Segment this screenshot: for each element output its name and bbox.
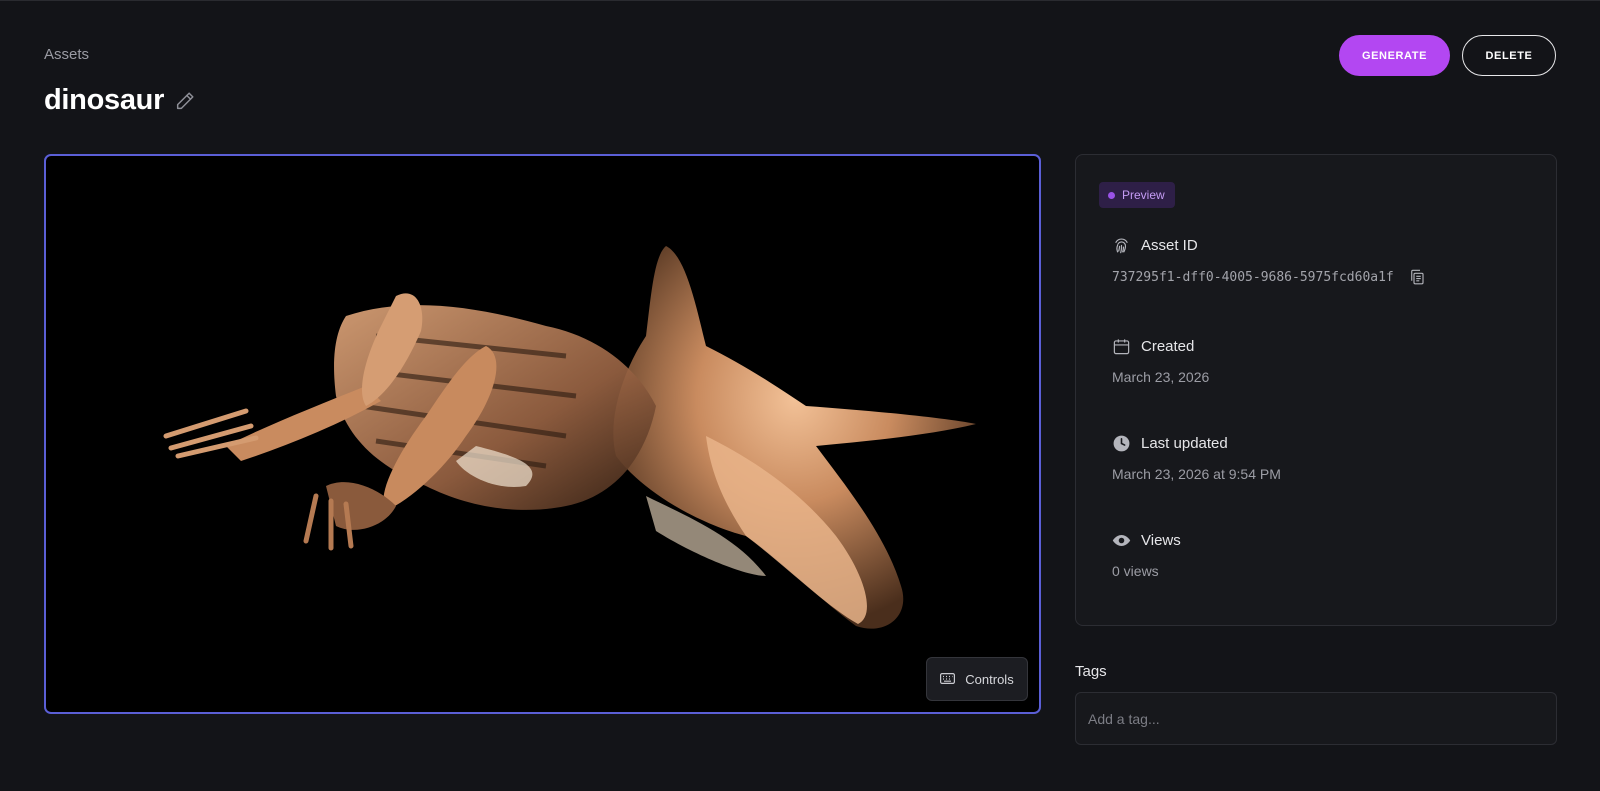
calendar-icon	[1112, 337, 1131, 356]
eye-icon	[1112, 531, 1131, 550]
controls-label: Controls	[965, 671, 1014, 687]
details-panel: Preview Asset ID 737295f1-dff0-4005-9686…	[1075, 154, 1557, 626]
created-section: Created March 23, 2026	[1112, 337, 1209, 385]
model-viewer[interactable]: Controls	[44, 154, 1041, 714]
delete-button[interactable]: DELETE	[1462, 35, 1556, 76]
views-label: Views	[1141, 532, 1181, 549]
status-dot	[1108, 191, 1115, 199]
action-buttons: GENERATE DELETE	[1339, 35, 1556, 76]
pencil-icon[interactable]	[174, 90, 196, 112]
controls-button[interactable]: Controls	[926, 657, 1028, 701]
status-badge-label: Preview	[1122, 188, 1165, 202]
last-updated-section: Last updated March 23, 2026 at 9:54 PM	[1112, 434, 1281, 482]
clock-icon	[1112, 434, 1131, 453]
created-value: March 23, 2026	[1112, 369, 1210, 385]
page-title: dinosaur	[44, 84, 165, 116]
fingerprint-icon	[1112, 236, 1131, 255]
generate-button[interactable]: GENERATE	[1339, 35, 1450, 76]
created-label: Created	[1141, 338, 1195, 355]
views-value: 0 views	[1112, 563, 1159, 579]
tags-label: Tags	[1075, 663, 1107, 680]
keyboard-icon	[940, 672, 956, 687]
asset-id-section: Asset ID 737295f1-dff0-4005-9686-5975fcd…	[1112, 236, 1426, 286]
dinosaur-skull-model	[163, 246, 976, 629]
asset-id-label: Asset ID	[1141, 237, 1198, 254]
asset-id-value: 737295f1-dff0-4005-9686-5975fcd60a1f	[1112, 269, 1394, 285]
top-divider	[0, 0, 1600, 1]
title-row: dinosaur	[44, 84, 196, 117]
tag-input[interactable]	[1075, 692, 1557, 745]
last-updated-label: Last updated	[1141, 435, 1228, 452]
views-section: Views 0 views	[1112, 531, 1181, 579]
copy-icon[interactable]	[1408, 268, 1426, 286]
breadcrumb[interactable]: Assets	[44, 46, 89, 63]
last-updated-value: March 23, 2026 at 9:54 PM	[1112, 466, 1281, 482]
status-badge: Preview	[1099, 182, 1175, 208]
